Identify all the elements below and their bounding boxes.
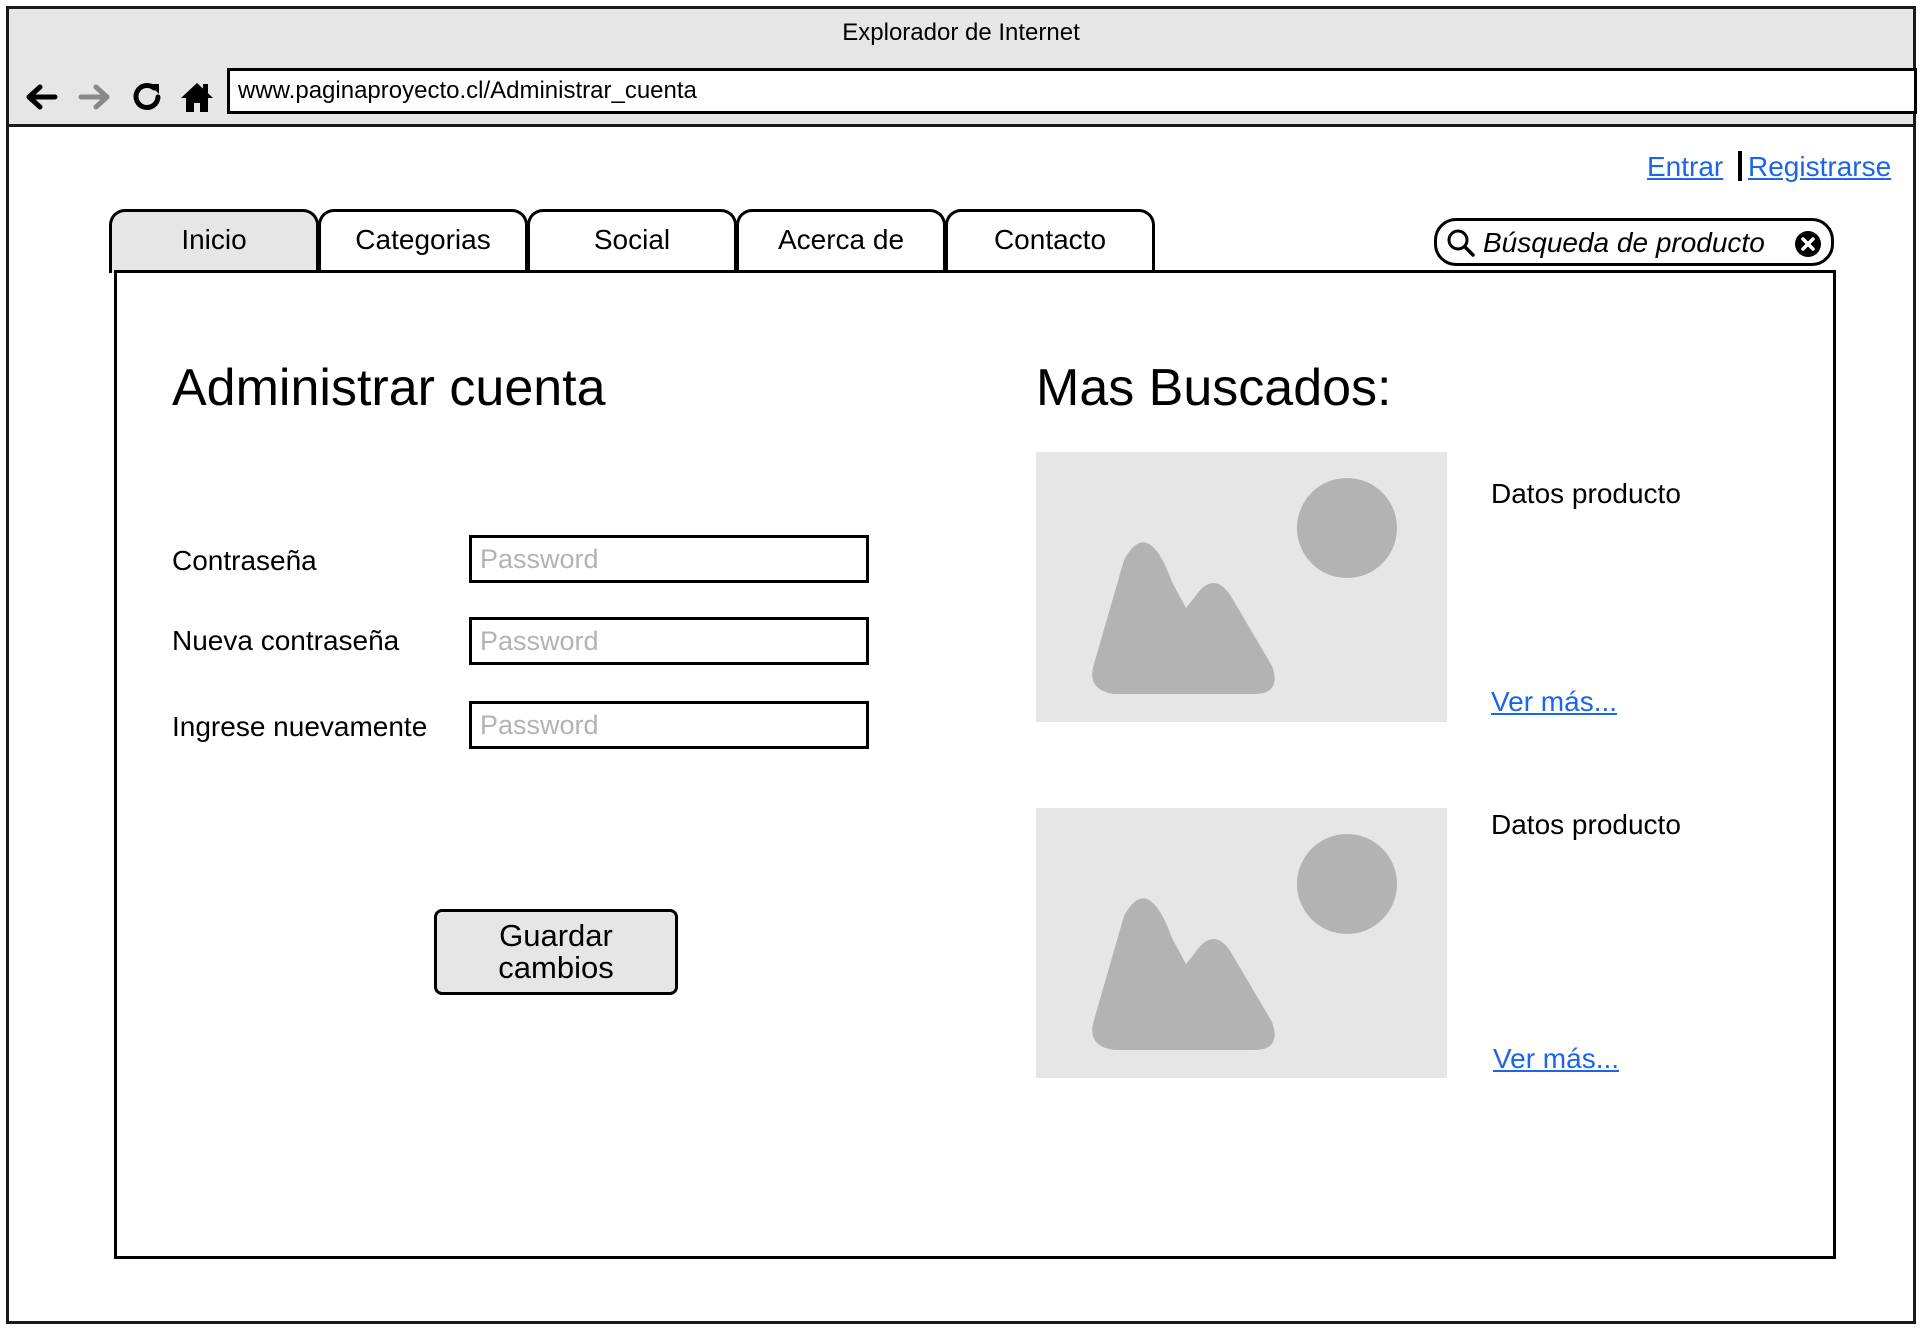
product-image-placeholder[interactable] (1036, 808, 1447, 1078)
tab-social[interactable]: Social (527, 209, 737, 273)
back-arrow-icon[interactable] (21, 77, 61, 117)
auth-divider (1738, 151, 1742, 181)
login-link[interactable]: Entrar (1647, 151, 1723, 183)
image-icon (1092, 834, 1397, 1050)
tab-categorias[interactable]: Categorias (318, 209, 528, 273)
search-icon (1447, 229, 1475, 257)
product-image-placeholder[interactable] (1036, 452, 1447, 722)
current-password-label: Contraseña (172, 545, 317, 576)
new-password-label: Nueva contraseña (172, 625, 400, 656)
tab-contacto[interactable]: Contacto (945, 209, 1155, 273)
current-password-input[interactable] (469, 535, 869, 583)
image-icon (1092, 478, 1397, 694)
content-panel: Administrar cuenta Contraseña Nueva cont… (114, 270, 1836, 1259)
clear-search-icon[interactable] (1793, 229, 1823, 259)
tab-inicio[interactable]: Inicio (109, 209, 319, 273)
address-bar[interactable]: www.paginaproyecto.cl/Administrar_cuenta (227, 68, 1917, 114)
see-more-link[interactable]: Ver más... (1491, 686, 1617, 718)
most-searched-title: Mas Buscados: (1036, 359, 1392, 417)
reload-icon[interactable] (127, 77, 167, 117)
browser-window: Explorador de Internet www.paginaproyect… (6, 6, 1917, 1324)
register-link[interactable]: Registrarse (1748, 151, 1891, 183)
search-input[interactable] (1483, 226, 1783, 260)
window-title: Explorador de Internet (842, 19, 1080, 46)
new-password-input[interactable] (469, 617, 869, 665)
confirm-password-input[interactable] (469, 701, 869, 749)
product-data-label: Datos producto (1491, 478, 1681, 509)
browser-chrome: Explorador de Internet www.paginaproyect… (9, 9, 1917, 127)
product-data-label: Datos producto (1491, 809, 1681, 840)
see-more-link[interactable]: Ver más... (1493, 1043, 1619, 1075)
save-changes-button[interactable]: Guardar cambios (434, 909, 678, 995)
confirm-password-label: Ingrese nuevamente (172, 711, 428, 742)
home-icon[interactable] (177, 77, 217, 117)
forward-arrow-icon[interactable] (75, 77, 115, 117)
product-search (1434, 218, 1834, 266)
page-title: Administrar cuenta (172, 359, 606, 417)
tab-acerca-de[interactable]: Acerca de (736, 209, 946, 273)
